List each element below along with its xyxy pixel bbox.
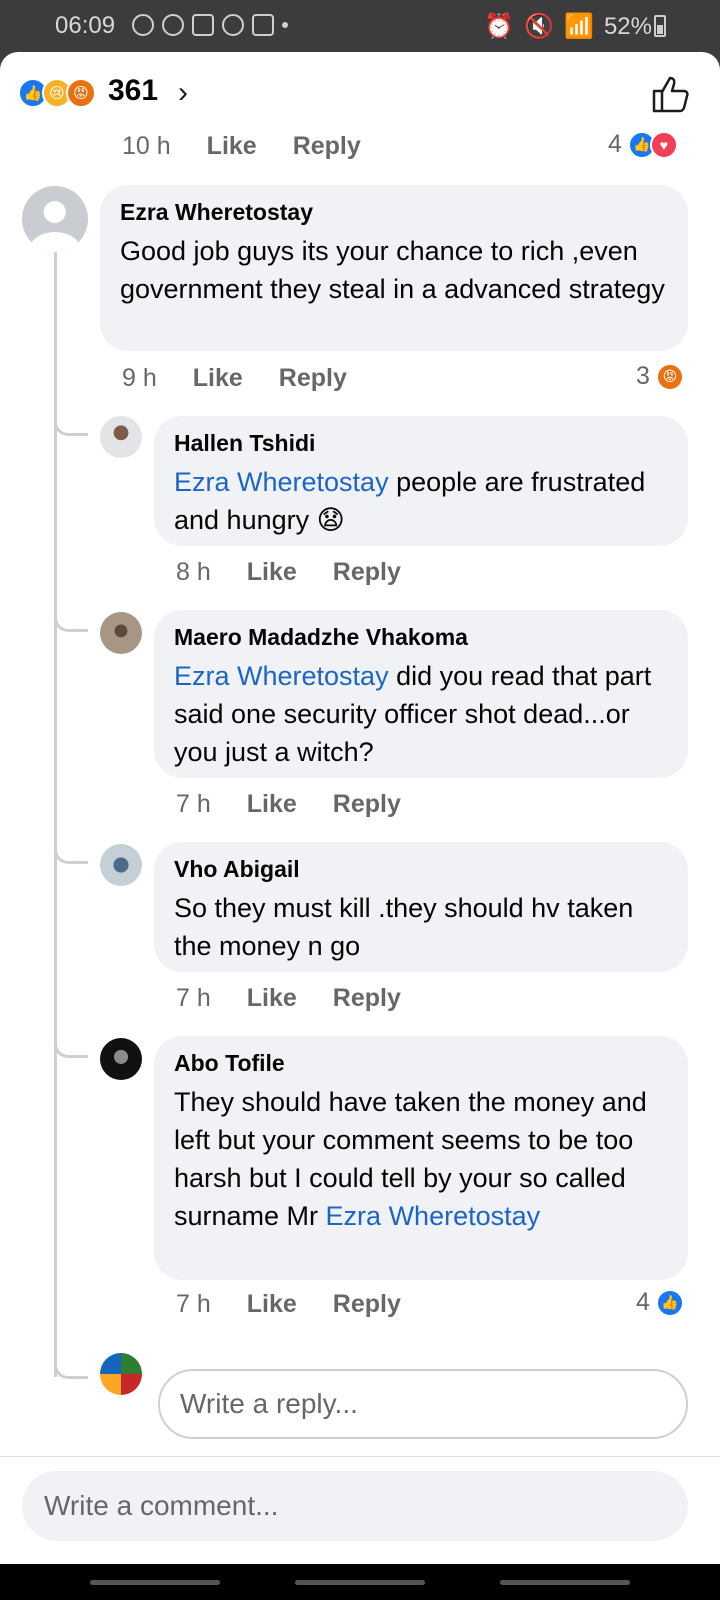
comment-time: 9 h: [122, 364, 157, 392]
commenter-name[interactable]: Ezra Wheretostay: [120, 199, 668, 226]
like-button-thumb-icon[interactable]: [650, 74, 692, 114]
dot-icon: [282, 22, 288, 28]
reaction-icons: 👍 😢 😡: [18, 78, 96, 108]
mention-link[interactable]: Ezra Wheretostay: [174, 467, 389, 497]
navigation-bar: [0, 1564, 720, 1600]
comment-time: 7 h: [176, 790, 211, 818]
comment-composer: Write a comment...: [0, 1456, 720, 1564]
reply-link[interactable]: Reply: [333, 984, 401, 1013]
thread-branch: [54, 1040, 88, 1058]
mention-link[interactable]: Ezra Wheretostay: [326, 1201, 541, 1231]
comment-text: Ezra Wheretostay did you read that part …: [174, 661, 652, 767]
comment-text: So they must kill .they should hv taken …: [174, 893, 634, 961]
mail-icon: [252, 14, 274, 36]
reactions-bar[interactable]: 👍 😢 😡 361 ›: [0, 52, 720, 136]
reply-input[interactable]: Write a reply...: [158, 1369, 688, 1439]
avatar[interactable]: [100, 416, 142, 458]
love-reaction-icon: ♥: [649, 130, 678, 159]
angry-reaction-icon: 😡: [66, 78, 96, 108]
current-user-avatar: [100, 1353, 142, 1395]
avatar[interactable]: [22, 186, 88, 252]
comment-meta: 10 h Like Reply: [122, 132, 361, 161]
reply-bubble[interactable]: Abo Tofile They should have taken the mo…: [154, 1036, 688, 1280]
status-bar: 06:09 ⏰ 🔇 📶 52%: [0, 0, 720, 52]
reply-link[interactable]: Reply: [279, 364, 347, 393]
reaction-count: 4: [636, 1288, 650, 1316]
wifi-icon: 📶: [564, 13, 594, 40]
person-icon: [222, 14, 244, 36]
sync-icon: [162, 14, 184, 36]
sync-icon: [132, 14, 154, 36]
recents-button[interactable]: [90, 1580, 220, 1585]
commenter-name[interactable]: Hallen Tshidi: [174, 430, 668, 457]
comment-text: They should have taken the money and lef…: [174, 1087, 647, 1231]
comment-reactions[interactable]: 4 👍: [636, 1288, 684, 1317]
like-link[interactable]: Like: [247, 790, 297, 819]
comment-time: 8 h: [176, 558, 211, 586]
avatar[interactable]: [100, 1038, 142, 1080]
reaction-count: 4: [608, 130, 622, 158]
battery-level: 52%: [603, 12, 652, 40]
like-link[interactable]: Like: [247, 1290, 297, 1319]
comment-meta: 7 h Like Reply: [176, 1290, 401, 1319]
comments-sheet: 👍 😢 😡 361 › 10 h Like Reply 4 👍 ♥ Ezra W…: [0, 52, 720, 1564]
avatar[interactable]: [100, 612, 142, 654]
reply-bubble[interactable]: Hallen Tshidi Ezra Wheretostay people ar…: [154, 416, 688, 546]
comment-reactions[interactable]: 3 😡: [636, 362, 684, 391]
reply-link[interactable]: Reply: [333, 558, 401, 587]
comment-reactions[interactable]: 4 👍 ♥: [608, 130, 678, 159]
like-link[interactable]: Like: [247, 984, 297, 1013]
reaction-count[interactable]: 361: [108, 74, 158, 108]
reply-link[interactable]: Reply: [333, 790, 401, 819]
comment-text: Ezra Wheretostay people are frustrated a…: [174, 467, 646, 535]
comment-bubble[interactable]: Ezra Wheretostay Good job guys its your …: [100, 185, 688, 351]
status-time: 06:09: [55, 12, 116, 39]
comment-time: 10 h: [122, 132, 171, 160]
battery-icon: [654, 15, 666, 37]
s-app-icon: [192, 14, 214, 36]
like-link[interactable]: Like: [207, 132, 257, 161]
home-button[interactable]: [295, 1580, 425, 1585]
mute-icon: 🔇: [524, 13, 555, 40]
chevron-right-icon[interactable]: ›: [178, 76, 188, 110]
reply-link[interactable]: Reply: [293, 132, 361, 161]
thread-branch: [54, 846, 88, 864]
commenter-name[interactable]: Maero Madadzhe Vhakoma: [174, 624, 668, 651]
comment-input[interactable]: Write a comment...: [22, 1471, 688, 1541]
mention-link[interactable]: Ezra Wheretostay: [174, 661, 389, 691]
system-icons: ⏰ 🔇 📶 52%: [484, 12, 652, 41]
like-reaction-icon: 👍: [655, 1288, 684, 1317]
notification-icons: [132, 14, 288, 36]
comment-meta: 9 h Like Reply: [122, 364, 347, 393]
avatar[interactable]: [100, 844, 142, 886]
commenter-name[interactable]: Abo Tofile: [174, 1050, 668, 1077]
commenter-name[interactable]: Vho Abigail: [174, 856, 668, 883]
back-button[interactable]: [500, 1580, 630, 1585]
comment-meta: 7 h Like Reply: [176, 984, 401, 1013]
comment-text: Good job guys its your chance to rich ,e…: [120, 236, 665, 304]
reply-bubble[interactable]: Vho Abigail So they must kill .they shou…: [154, 842, 688, 972]
reply-link[interactable]: Reply: [333, 1290, 401, 1319]
angry-reaction-icon: 😡: [655, 362, 684, 391]
reaction-count: 3: [636, 362, 650, 390]
like-link[interactable]: Like: [247, 558, 297, 587]
like-link[interactable]: Like: [193, 364, 243, 393]
comment-time: 7 h: [176, 1290, 211, 1318]
comment-meta: 8 h Like Reply: [176, 558, 401, 587]
comment-time: 7 h: [176, 984, 211, 1012]
reply-bubble[interactable]: Maero Madadzhe Vhakoma Ezra Wheretostay …: [154, 610, 688, 778]
alarm-icon: ⏰: [484, 13, 515, 40]
thread-branch: [54, 614, 88, 632]
comment-meta: 7 h Like Reply: [176, 790, 401, 819]
thread-branch: [54, 418, 88, 436]
thread-branch: [54, 1361, 88, 1379]
